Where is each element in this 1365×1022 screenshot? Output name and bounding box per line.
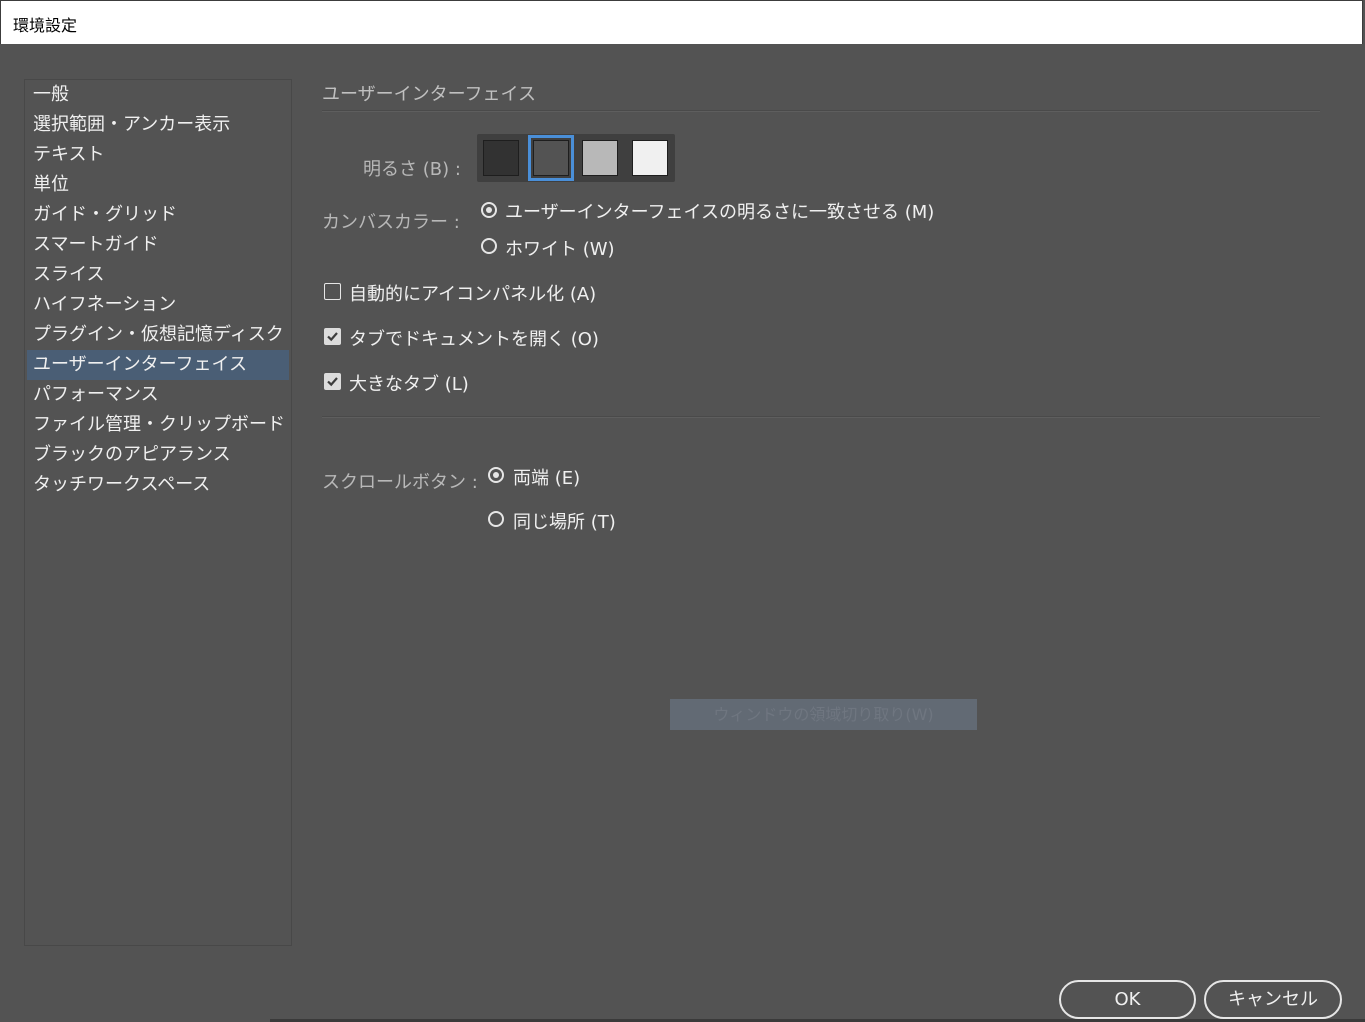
section-divider [322,110,1320,112]
canvas-white-radio[interactable] [481,238,497,254]
capture-window-region-button[interactable]: ウィンドウの領域切り取り(W) [670,699,977,730]
sidebar-item-general[interactable]: 一般 [27,80,289,110]
scroll-buttons-together-radio[interactable] [488,511,504,527]
scroll-buttons-both-ends-label[interactable]: 両端 (E) [513,464,580,490]
auto-collapse-icon-panels-checkbox[interactable] [324,283,341,300]
canvas-white-label[interactable]: ホワイト (W) [505,235,615,261]
large-tabs-label[interactable]: 大きなタブ (L) [349,370,469,396]
scroll-buttons-label: スクロールボタン : [322,472,478,493]
canvas-match-ui-radio[interactable] [481,202,497,218]
brightness-swatch-darkest[interactable] [483,140,519,176]
brightness-swatch-lightest[interactable] [632,140,668,176]
open-documents-as-tabs-checkbox[interactable] [324,328,341,345]
ok-button[interactable]: OK [1059,980,1196,1019]
auto-collapse-icon-panels-label[interactable]: 自動的にアイコンパネル化 (A) [349,280,596,306]
sidebar-item-file-handling[interactable]: ファイル管理・クリップボード [27,410,289,440]
brightness-swatch-medium-light[interactable] [582,140,618,176]
brightness-swatch-group [477,134,675,182]
sidebar-item-smart-guides[interactable]: スマートガイド [27,230,289,260]
section-title: ユーザーインターフェイス [322,84,537,105]
cancel-button[interactable]: キャンセル [1204,980,1342,1019]
scroll-buttons-together-label[interactable]: 同じ場所 (T) [513,508,616,534]
scroll-buttons-both-ends-radio[interactable] [488,467,504,483]
sidebar-item-selection-anchor[interactable]: 選択範囲・アンカー表示 [27,110,289,140]
canvas-color-label: カンバスカラー : [322,212,460,233]
sidebar-item-hyphenation[interactable]: ハイフネーション [27,290,289,320]
open-documents-as-tabs-label[interactable]: タブでドキュメントを開く (O) [349,325,599,351]
checkmark-icon [327,332,338,342]
sidebar-item-black-appearance[interactable]: ブラックのアピアランス [27,440,289,470]
sidebar-item-slices[interactable]: スライス [27,260,289,290]
window-title: 環境設定 [13,16,78,35]
sidebar-item-touch-workspace[interactable]: タッチワークスペース [27,470,289,500]
sidebar-item-units[interactable]: 単位 [27,170,289,200]
sidebar-item-performance[interactable]: パフォーマンス [27,380,289,410]
title-bar: 環境設定 [0,0,1363,44]
brightness-swatch-medium-dark[interactable] [528,135,574,181]
sidebar-item-plugins-scratch-disks[interactable]: プラグイン・仮想記憶ディスク [27,320,289,350]
sidebar-item-text[interactable]: テキスト [27,140,289,170]
section-divider-2 [322,416,1320,418]
sidebar-item-guides-grid[interactable]: ガイド・グリッド [27,200,289,230]
preferences-sidebar: 一般 選択範囲・アンカー表示 テキスト 単位 ガイド・グリッド スマートガイド … [24,79,292,946]
canvas-match-ui-label[interactable]: ユーザーインターフェイスの明るさに一致させる (M) [505,198,934,224]
brightness-label: 明るさ (B) : [363,159,461,180]
large-tabs-checkbox[interactable] [324,373,341,390]
sidebar-item-user-interface[interactable]: ユーザーインターフェイス [27,350,289,380]
checkmark-icon [327,377,338,387]
